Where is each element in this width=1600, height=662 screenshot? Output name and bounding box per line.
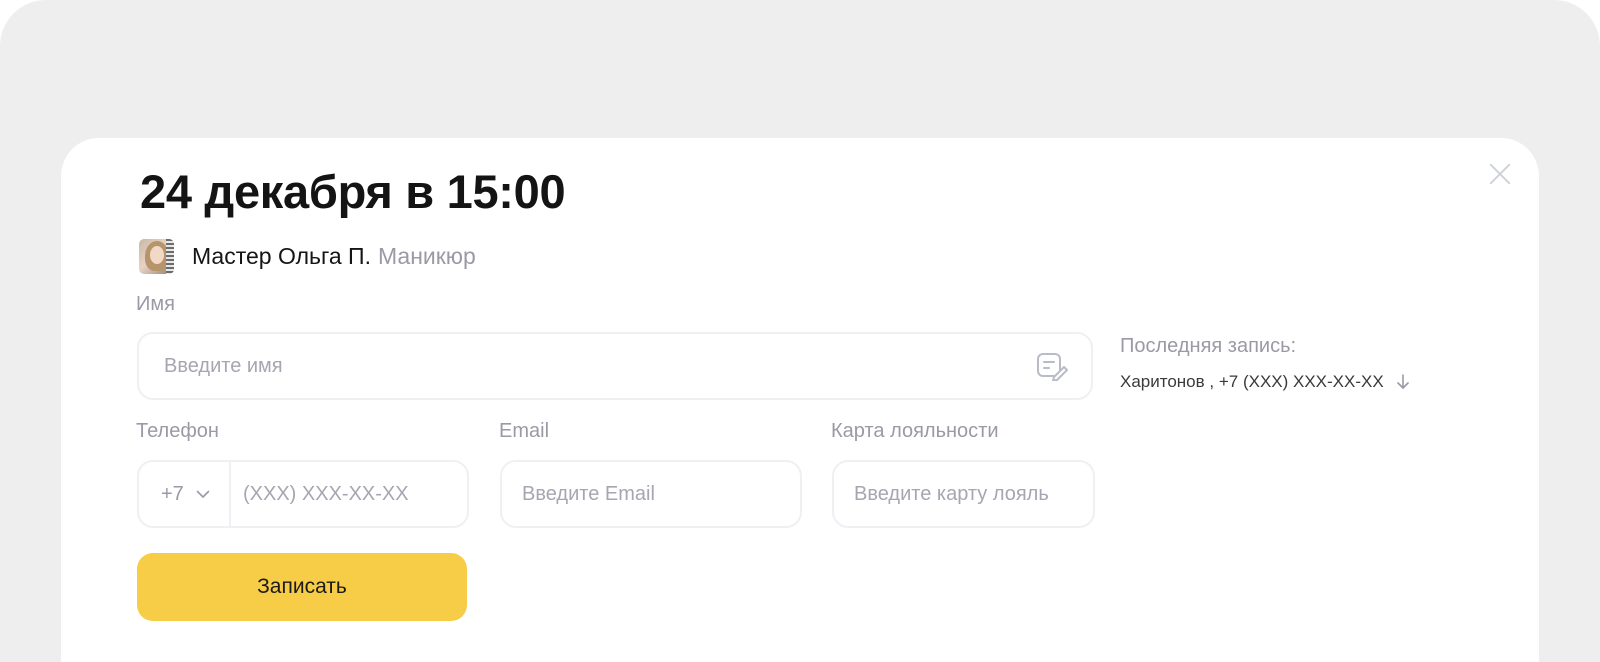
name-label: Имя — [136, 293, 175, 315]
loyalty-card-field-wrapper — [832, 460, 1095, 528]
master-info: Мастер Ольга П. Маникюр — [139, 238, 476, 274]
loyalty-card-input[interactable] — [854, 482, 1093, 506]
service-name: Маникюр — [377, 242, 476, 269]
last-record-value[interactable]: Харитонов , +7 (XXX) XXX-XX-XX — [1120, 372, 1410, 392]
phone-label: Телефон — [136, 420, 219, 442]
country-code-value: +7 — [161, 482, 184, 505]
chevron-down-icon — [196, 490, 210, 498]
backdrop: 24 декабря в 15:00 Мастер Ольга П. Маник… — [0, 0, 1600, 662]
name-field-wrapper — [137, 332, 1093, 400]
booking-title: 24 декабря в 15:00 — [140, 165, 566, 218]
master-name: Мастер Ольга П. — [192, 242, 371, 269]
email-field-wrapper — [500, 460, 802, 528]
avatar — [139, 238, 174, 274]
last-record-text: Харитонов , +7 (XXX) XXX-XX-XX — [1120, 372, 1384, 391]
submit-button[interactable]: Записать — [137, 553, 467, 621]
arrow-down-icon — [1396, 374, 1409, 389]
edit-note-icon[interactable] — [1035, 351, 1069, 382]
last-record-label: Последняя запись: — [1120, 335, 1297, 357]
loyalty-card-label: Карта лояльности — [831, 420, 999, 442]
phone-input[interactable] — [231, 482, 467, 506]
booking-modal: 24 декабря в 15:00 Мастер Ольга П. Маник… — [61, 138, 1539, 662]
close-icon[interactable] — [1486, 160, 1514, 188]
name-input[interactable] — [164, 354, 1035, 378]
country-code-select[interactable]: +7 — [139, 462, 231, 526]
email-label: Email — [499, 420, 550, 442]
email-input[interactable] — [522, 482, 800, 506]
phone-field-wrapper: +7 — [137, 460, 469, 528]
